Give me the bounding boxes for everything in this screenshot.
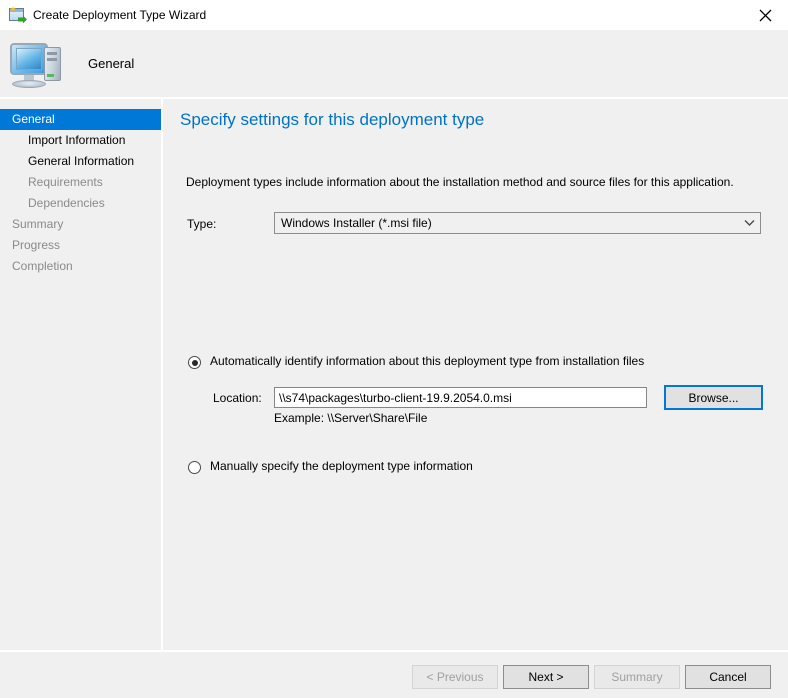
wizard-body: General Import Information General Infor… bbox=[0, 99, 788, 650]
location-example-text: Example: \\Server\Share\File bbox=[274, 411, 428, 425]
wizard-content: Specify settings for this deployment typ… bbox=[163, 99, 788, 650]
wizard-step-list: General Import Information General Infor… bbox=[0, 99, 161, 650]
sidebar-item-general-information[interactable]: General Information bbox=[0, 151, 161, 172]
summary-button[interactable]: Summary bbox=[594, 665, 680, 689]
previous-button[interactable]: < Previous bbox=[412, 665, 498, 689]
wizard-footer: < Previous Next > Summary Cancel bbox=[0, 652, 788, 698]
sidebar-item-requirements[interactable]: Requirements bbox=[0, 172, 161, 193]
window-titlebar: Create Deployment Type Wizard bbox=[0, 0, 788, 30]
wizard-header: General bbox=[0, 30, 788, 97]
header-title: General bbox=[88, 56, 135, 71]
type-select[interactable]: Windows Installer (*.msi file) bbox=[274, 212, 761, 234]
location-input[interactable] bbox=[274, 387, 647, 408]
sidebar-item-general[interactable]: General bbox=[0, 109, 161, 130]
close-button[interactable] bbox=[742, 0, 788, 30]
sidebar-item-summary[interactable]: Summary bbox=[0, 214, 161, 235]
radio-auto-identify-label: Automatically identify information about… bbox=[210, 354, 645, 368]
cancel-button[interactable]: Cancel bbox=[685, 665, 771, 689]
radio-auto-identify[interactable]: Automatically identify information about… bbox=[188, 354, 644, 369]
next-button[interactable]: Next > bbox=[503, 665, 589, 689]
sidebar-item-import-information[interactable]: Import Information bbox=[0, 130, 161, 151]
sidebar-item-progress[interactable]: Progress bbox=[0, 235, 161, 256]
browse-button[interactable]: Browse... bbox=[664, 385, 763, 410]
location-label: Location: bbox=[213, 391, 262, 405]
intro-text: Deployment types include information abo… bbox=[186, 175, 734, 189]
type-select-value: Windows Installer (*.msi file) bbox=[281, 216, 432, 230]
radio-auto-identify-mark bbox=[188, 356, 201, 369]
radio-manual-specify-mark bbox=[188, 461, 201, 474]
sidebar-item-dependencies[interactable]: Dependencies bbox=[0, 193, 161, 214]
radio-manual-specify-label: Manually specify the deployment type inf… bbox=[210, 459, 473, 473]
sidebar-item-completion[interactable]: Completion bbox=[0, 256, 161, 277]
window-title: Create Deployment Type Wizard bbox=[33, 8, 207, 22]
chevron-down-icon bbox=[738, 219, 760, 227]
deployment-type-wizard-icon bbox=[9, 6, 27, 24]
type-label: Type: bbox=[187, 217, 217, 231]
computer-icon bbox=[8, 39, 66, 89]
page-title: Specify settings for this deployment typ… bbox=[180, 110, 485, 129]
radio-manual-specify[interactable]: Manually specify the deployment type inf… bbox=[188, 459, 473, 474]
close-icon bbox=[759, 9, 771, 21]
